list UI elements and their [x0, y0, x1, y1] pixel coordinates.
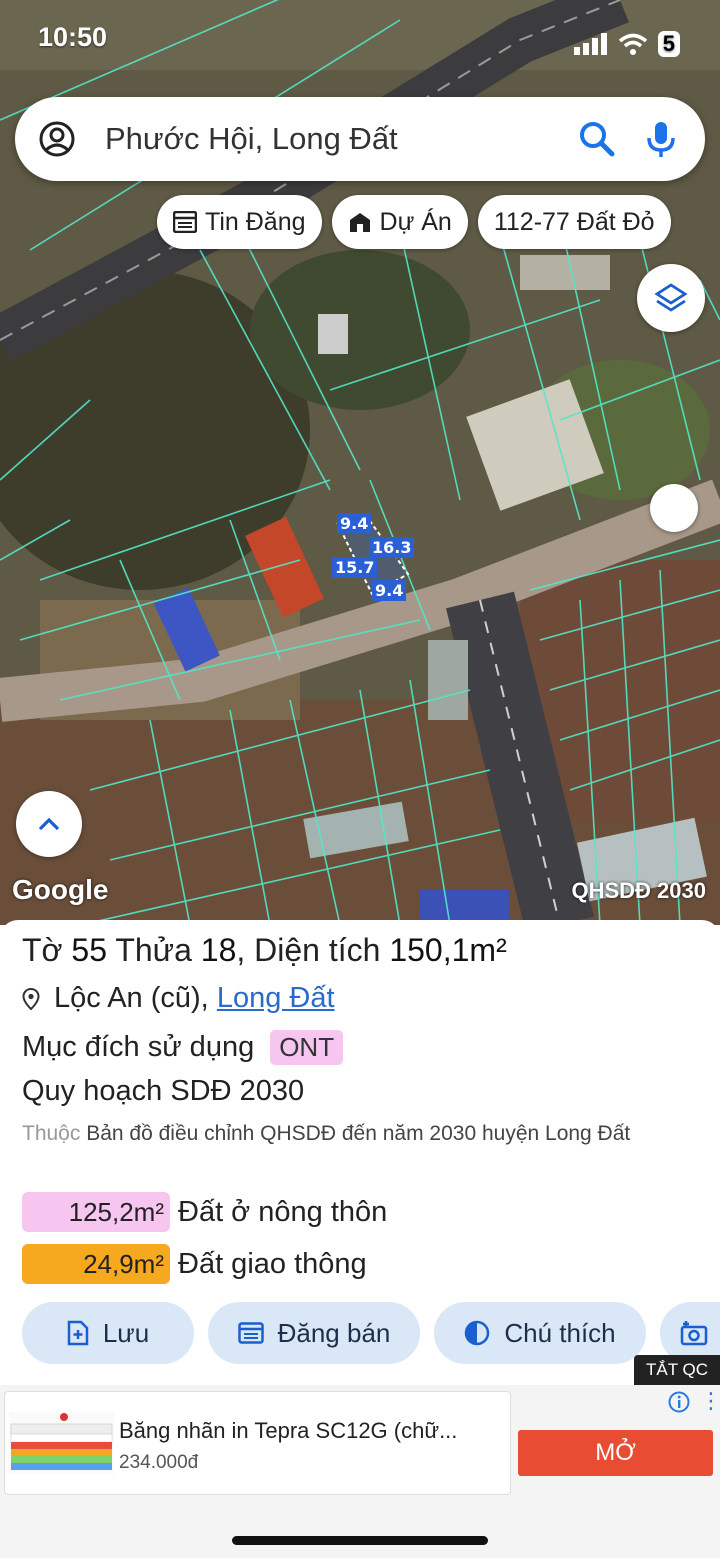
ad-options-icon[interactable]: ⋮ [700, 1389, 720, 1414]
parcel-info-panel: Tờ 55 Thửa 18, Diện tích 150,1m² Lộc An … [0, 920, 720, 1390]
search-bar[interactable]: Phước Hội, Long Đất [15, 97, 705, 181]
ad-price: 234.000đ [119, 1452, 199, 1473]
belong-prefix: Thuộc [22, 1122, 81, 1145]
title-mid: Thửa [107, 932, 201, 968]
belong-text: Bản đồ điều chỉnh QHSDĐ đến năm 2030 huy… [80, 1122, 631, 1145]
parcel-title: Tờ 55 Thửa 18, Diện tích 150,1m² [22, 932, 507, 969]
hide-ads-button[interactable]: TẮT QC [633, 1355, 720, 1385]
ad-product-thumbnail [9, 1412, 114, 1474]
parcel-location: Lộc An (cũ), Long Đất [22, 982, 335, 1015]
measure-label: 16.3 [369, 537, 415, 558]
location-text: Lộc An (cũ), [54, 982, 209, 1014]
ad-info-icon[interactable] [668, 1391, 690, 1413]
search-icon[interactable] [577, 119, 617, 159]
plan-layer-label: QHSDĐ 2030 [571, 878, 706, 903]
plan-source: Thuộc Bản đồ điều chỉnh QHSDĐ đến năm 20… [22, 1118, 702, 1150]
legend-label: Chú thích [504, 1317, 616, 1348]
post-sale-label: Đăng bán [277, 1317, 391, 1348]
legend-button[interactable]: Chú thích [434, 1302, 646, 1364]
chip-du-an[interactable]: Dự Án [331, 195, 468, 249]
chip-label: Tin Đăng [205, 207, 306, 236]
home-indicator[interactable] [232, 1536, 488, 1545]
location-pin-icon [22, 987, 40, 1010]
ad-banner[interactable]: Băng nhãn in Tepra SC12G (chữ... 234.000… [0, 1385, 720, 1558]
area-row: 24,9m² Đất giao thông [22, 1244, 367, 1284]
chevron-up-icon [38, 817, 60, 831]
google-logo: Google [12, 874, 109, 905]
account-icon[interactable] [37, 119, 77, 159]
measure-label: 9.4 [372, 580, 407, 601]
microphone-icon[interactable] [641, 119, 681, 159]
map-view[interactable]: 10:50 5 Phước Hội, Long Đất Tin Đăng Dự … [0, 0, 720, 925]
signal-icon [573, 33, 607, 55]
status-icons: 5 [573, 22, 680, 66]
ad-title: Băng nhãn in Tepra SC12G (chữ... [119, 1418, 458, 1443]
filter-chips: Tin Đăng Dự Án 112-77 Đất Đỏ [157, 195, 671, 249]
wifi-icon [618, 33, 647, 55]
chip-label: 112-77 Đất Đỏ [493, 207, 655, 236]
contrast-icon [465, 1320, 490, 1346]
purpose-code-badge: ONT [270, 1030, 344, 1065]
measure-label: 15.7 [332, 557, 378, 578]
parcel-area: 150,1m² [389, 932, 507, 968]
title-area-prefix: , Diện tích [236, 932, 390, 968]
purpose-label: Mục đích sử dụng [22, 1031, 255, 1063]
building-icon [349, 213, 370, 232]
listing-icon [237, 1322, 264, 1344]
save-button[interactable]: Lưu [22, 1302, 194, 1364]
parcel-number: 18 [200, 932, 237, 968]
post-sale-button[interactable]: Đăng bán [208, 1302, 420, 1364]
chip-area[interactable]: 112-77 Đất Đỏ [477, 195, 671, 249]
plan-title: Quy hoạch SDĐ 2030 [22, 1075, 305, 1107]
sheet-number: 55 [71, 932, 108, 968]
area-value-box: 24,9m² [22, 1244, 170, 1284]
area-value-box: 125,2m² [22, 1192, 170, 1232]
add-document-icon [67, 1320, 89, 1346]
chip-label: Dự Án [379, 207, 452, 236]
action-buttons: Lưu Đăng bán Chú thích [22, 1302, 720, 1364]
area-label: Đất giao thông [178, 1247, 367, 1280]
listing-icon [173, 211, 197, 233]
ad-open-button[interactable]: MỞ [518, 1430, 713, 1476]
ad-card[interactable]: Băng nhãn in Tepra SC12G (chữ... 234.000… [4, 1391, 511, 1495]
add-photo-icon [680, 1321, 708, 1346]
layers-icon [654, 283, 688, 312]
title-prefix: Tờ [22, 932, 72, 968]
land-use-purpose: Mục đích sử dụng ONT [22, 1030, 344, 1065]
location-link[interactable]: Long Đất [217, 982, 335, 1015]
area-row: 125,2m² Đất ở nông thôn [22, 1192, 387, 1232]
layers-button[interactable] [637, 264, 705, 332]
measure-label: 9.4 [337, 513, 372, 534]
area-label: Đất ở nông thôn [178, 1195, 388, 1228]
chip-tin-dang[interactable]: Tin Đăng [157, 195, 322, 249]
status-time: 10:50 [38, 22, 108, 52]
save-label: Lưu [102, 1317, 150, 1348]
map-handle-button[interactable] [650, 484, 698, 532]
expand-up-button[interactable] [16, 791, 82, 857]
search-input[interactable]: Phước Hội, Long Đất [105, 121, 577, 157]
battery-icon: 5 [657, 31, 680, 57]
